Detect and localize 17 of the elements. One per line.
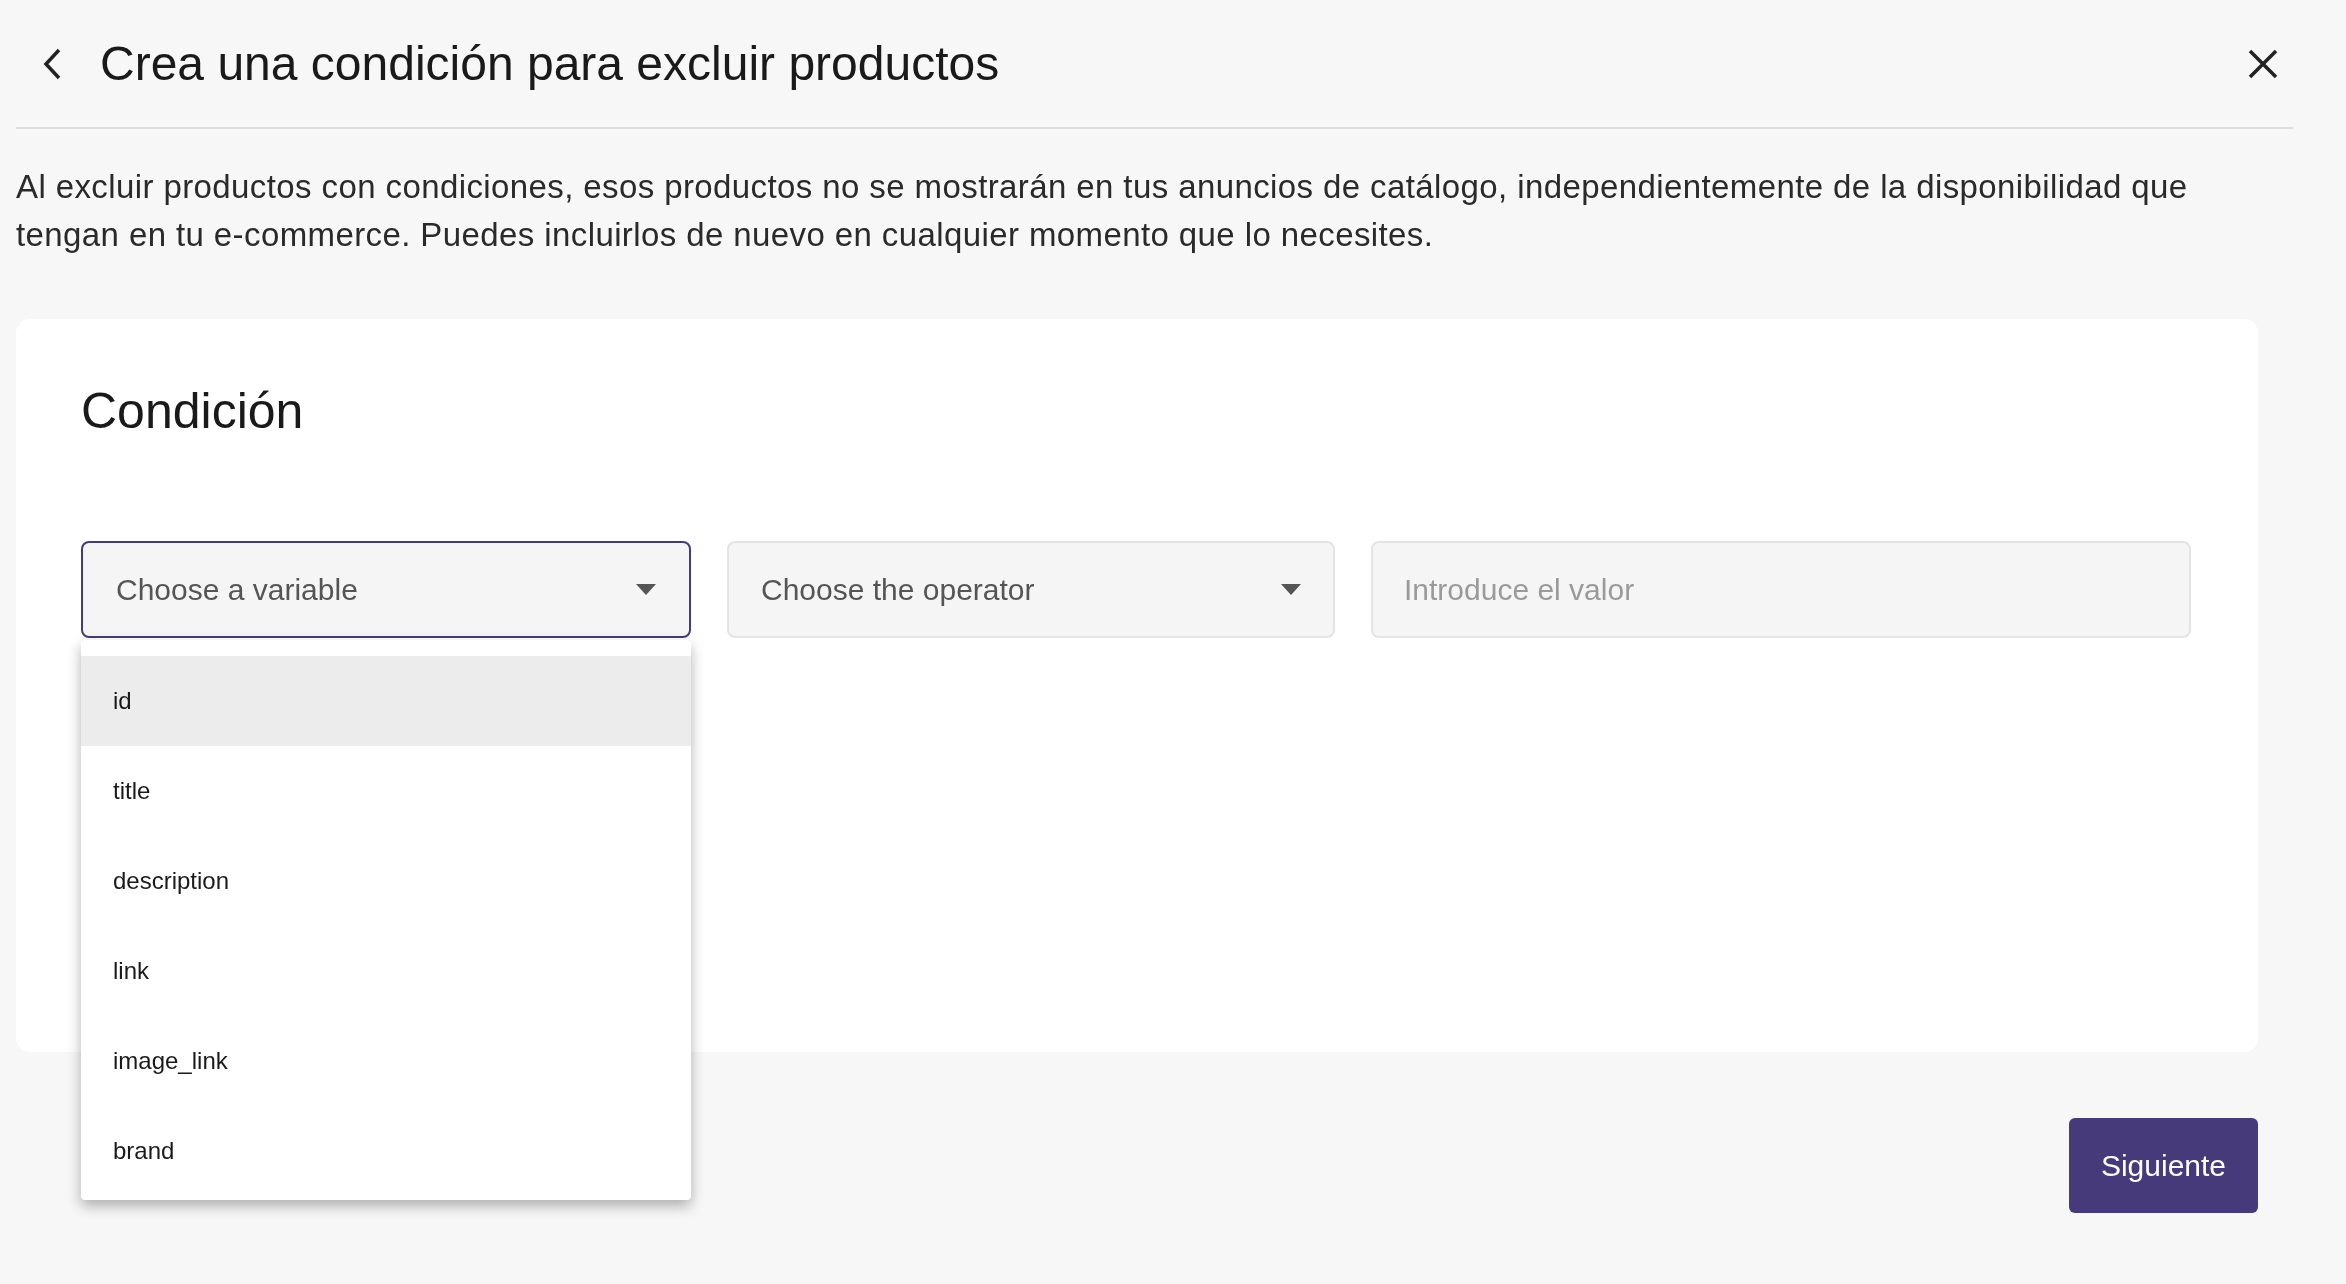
caret-icon xyxy=(636,583,656,596)
dropdown-option[interactable]: brand xyxy=(81,1106,691,1196)
dropdown-option[interactable]: description xyxy=(81,836,691,926)
variable-select[interactable]: Choose a variable xyxy=(81,541,691,638)
operator-select[interactable]: Choose the operator xyxy=(727,541,1335,638)
dropdown-option[interactable]: id xyxy=(81,656,691,746)
close-icon xyxy=(2247,47,2279,80)
value-input-field[interactable]: Introduce el valor xyxy=(1371,541,2191,638)
card-title: Condición xyxy=(81,382,305,441)
description-text: Al excluir productos con condiciones, esos productos no se mostrarán en tus anuncios de catálogo, independientemente de la disponibilidad que tengan en tu e-commerce. Puedes incluirlos de nuevo en cualquier momento que lo necesites. xyxy=(16,167,2189,255)
dropdown-option[interactable]: link xyxy=(81,926,691,1016)
back-icon xyxy=(41,46,63,81)
dropdown-option[interactable]: title xyxy=(81,746,691,836)
caret-icon xyxy=(1281,583,1301,596)
next-button[interactable]: Siguiente xyxy=(2069,1118,2258,1213)
dropdown-option[interactable]: image_link xyxy=(81,1016,691,1106)
dialog-title: Crea una condición para excluir productos xyxy=(100,39,1000,88)
